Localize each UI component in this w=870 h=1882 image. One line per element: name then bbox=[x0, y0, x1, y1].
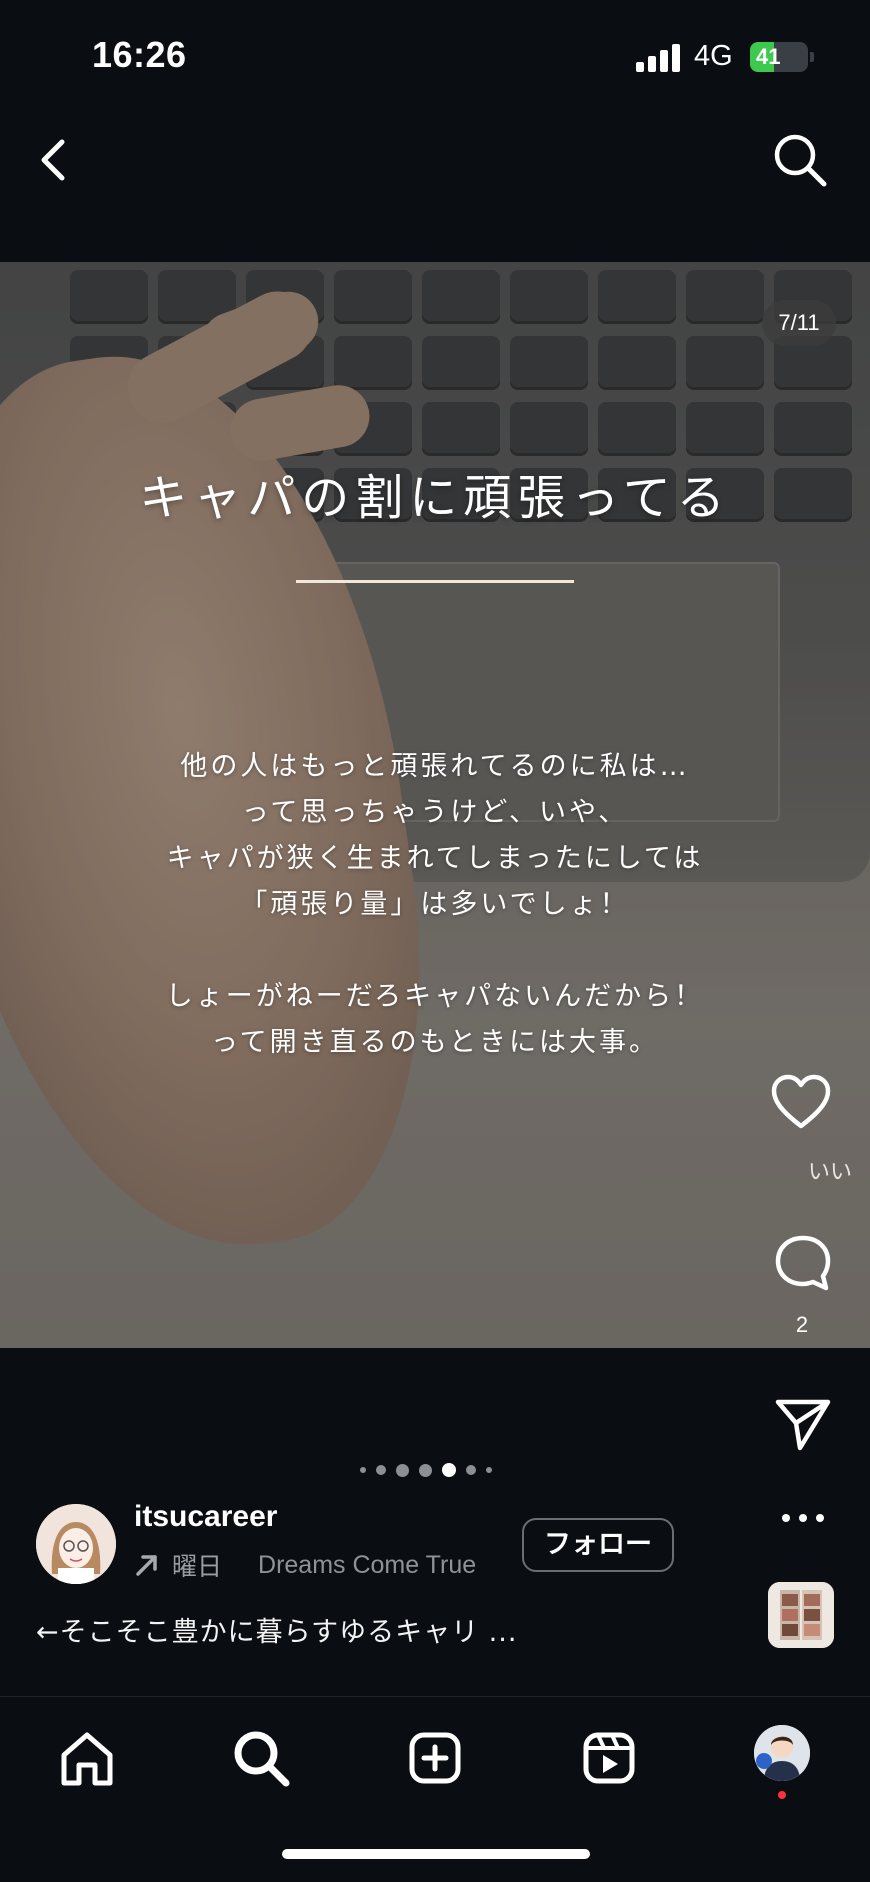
music-day: 曜日 bbox=[172, 1552, 223, 1581]
share-button[interactable] bbox=[770, 1390, 836, 1456]
follow-button[interactable]: フォロー bbox=[522, 1518, 674, 1572]
post-caption[interactable]: ←そこそこ豊かに暮らすゆるキャリ ... bbox=[36, 1610, 517, 1649]
carousel-dot bbox=[396, 1463, 409, 1477]
battery-percent: 41 bbox=[756, 44, 781, 69]
more-icon bbox=[782, 1514, 824, 1522]
battery-cap bbox=[810, 52, 814, 62]
carousel-dot-active bbox=[442, 1463, 456, 1477]
post-image[interactable]: 7/11 キャパの割に頑張ってる 他の人はもっと頑張れてるのに私は… って思っち… bbox=[0, 262, 870, 1348]
create-icon bbox=[409, 1732, 461, 1784]
send-icon bbox=[775, 1399, 831, 1451]
notification-dot bbox=[778, 1791, 786, 1799]
search-button[interactable] bbox=[770, 130, 830, 190]
page-counter: 7/11 bbox=[762, 300, 836, 346]
trend-arrow-icon bbox=[136, 1555, 157, 1576]
post-body-line: 「頑張り量」は多いでしょ！ bbox=[240, 889, 630, 920]
nav-create[interactable] bbox=[400, 1723, 470, 1793]
author-avatar[interactable] bbox=[36, 1504, 116, 1584]
carousel-dot bbox=[486, 1467, 492, 1473]
profile-avatar-image bbox=[754, 1725, 810, 1781]
battery-icon: 41 bbox=[750, 42, 808, 72]
back-button[interactable] bbox=[30, 126, 80, 190]
carousel-dot bbox=[419, 1463, 432, 1477]
home-icon bbox=[61, 1732, 113, 1786]
network-type: 4G bbox=[694, 40, 733, 72]
comment-icon bbox=[775, 1235, 831, 1291]
nav-search[interactable] bbox=[226, 1723, 296, 1793]
nav-profile-avatar[interactable] bbox=[754, 1725, 810, 1781]
more-button[interactable] bbox=[770, 1500, 836, 1536]
signal-icon bbox=[636, 44, 680, 72]
carousel-dot bbox=[466, 1465, 476, 1475]
carousel-dot bbox=[376, 1465, 386, 1475]
status-time: 16:26 bbox=[92, 34, 187, 75]
reels-icon bbox=[583, 1732, 635, 1784]
post-body-line: しょーがねーだろキャパないんだから！ bbox=[165, 981, 705, 1012]
nav-reels[interactable] bbox=[574, 1723, 644, 1793]
like-button[interactable] bbox=[768, 1070, 834, 1136]
audio-thumbnail[interactable] bbox=[768, 1582, 834, 1648]
music-title: Dreams Come True bbox=[258, 1550, 477, 1579]
author-username[interactable]: itsucareer bbox=[134, 1500, 277, 1534]
post-body: 他の人はもっと頑張れてるのに私は… って思っちゃうけど、いや、 キャパが狭く生ま… bbox=[0, 744, 870, 1066]
music-row[interactable]: 曜日 Dreams Come True bbox=[134, 1548, 476, 1582]
avatar-illustration bbox=[36, 1504, 116, 1584]
photo-strip-icon bbox=[768, 1582, 834, 1648]
carousel-dots bbox=[360, 1462, 492, 1478]
post-body-line: って開き直るのもときには大事。 bbox=[210, 1027, 660, 1058]
title-underline bbox=[296, 580, 574, 583]
bottom-nav bbox=[0, 1696, 870, 1882]
nav-home[interactable] bbox=[52, 1723, 122, 1793]
search-icon bbox=[234, 1731, 290, 1787]
status-bar: 16:26 4G 41 bbox=[0, 0, 870, 110]
chevron-left-icon bbox=[41, 139, 65, 181]
heart-icon bbox=[771, 1074, 831, 1129]
post-body-line: 他の人はもっと頑張れてるのに私は… bbox=[180, 751, 690, 782]
post-title: キャパの割に頑張ってる bbox=[139, 470, 731, 526]
like-label: いい bbox=[807, 1159, 852, 1184]
home-indicator bbox=[282, 1849, 590, 1859]
post-body-line: って思っちゃうけど、いや、 bbox=[241, 797, 629, 828]
carousel-dot bbox=[360, 1467, 366, 1473]
post-body-line: キャパが狭く生まれてしまったにしては bbox=[166, 843, 704, 874]
comment-count: 2 bbox=[795, 1312, 809, 1337]
post-body-gap bbox=[0, 928, 870, 974]
comment-button[interactable] bbox=[770, 1230, 836, 1296]
search-icon bbox=[774, 134, 827, 187]
